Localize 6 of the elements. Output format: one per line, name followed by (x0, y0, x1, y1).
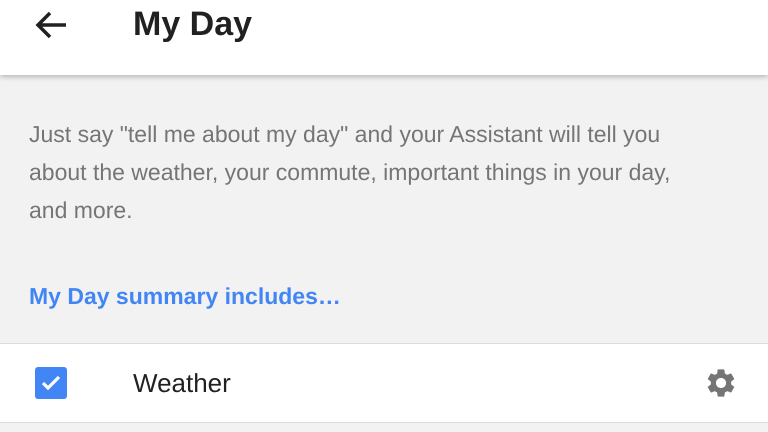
description-text: Just say "tell me about my day" and your Assistant will tell you about the weather, your commute, important things in your day, and more. (29, 120, 672, 225)
page-title: My Day (133, 5, 252, 44)
list-row[interactable]: Weather (0, 343, 768, 423)
checkbox[interactable] (35, 367, 67, 399)
back-arrow-icon[interactable] (34, 10, 68, 40)
item-label: Weather (133, 368, 232, 398)
